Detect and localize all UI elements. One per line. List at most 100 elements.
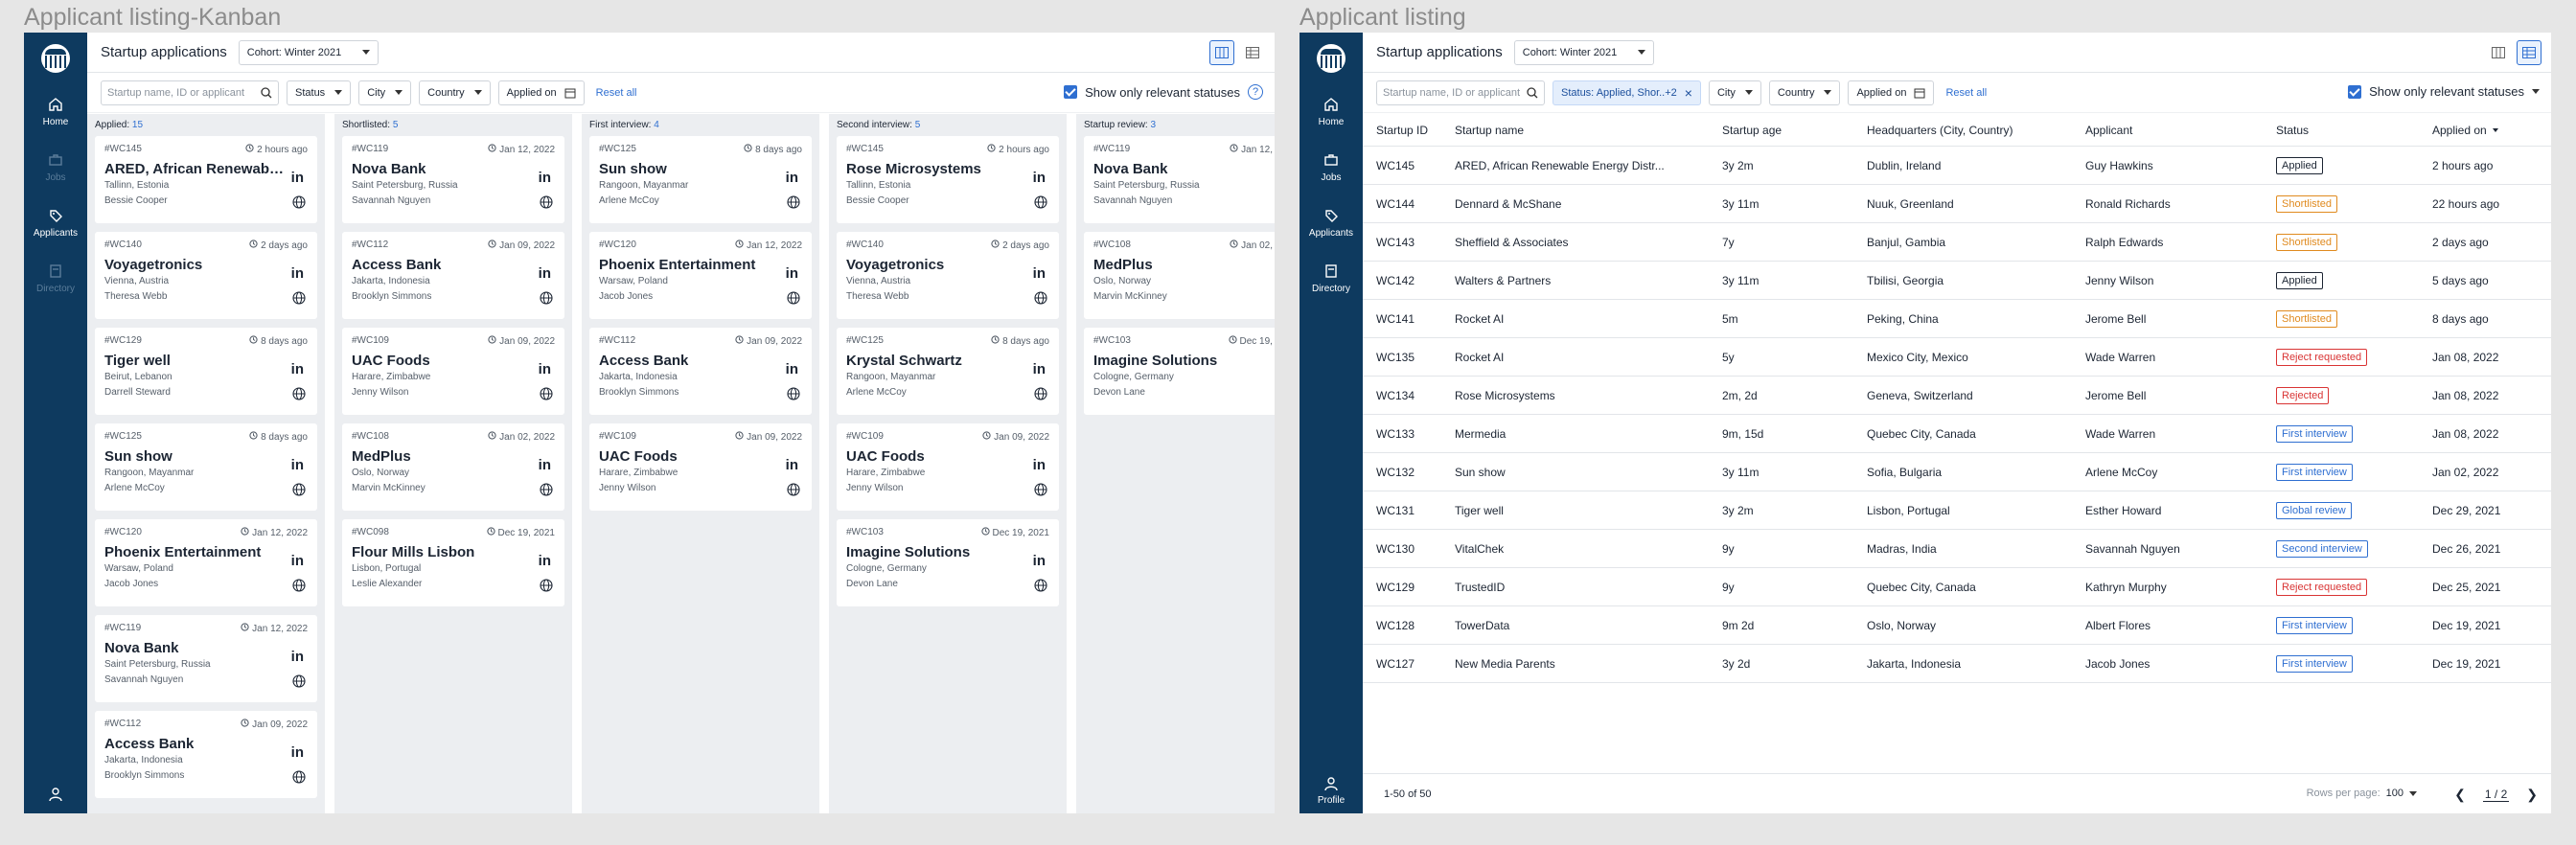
applicant-card[interactable]: #WC108 Jan 02, 2022 MedPlus Oslo, Norway… [342, 423, 564, 511]
linkedin-icon[interactable]: in [291, 457, 304, 473]
applied-on-filter[interactable]: Applied on [497, 80, 585, 105]
table-row[interactable]: WC134 Rose Microsystems 2m, 2d Geneva, S… [1363, 377, 2551, 415]
header-startup-age[interactable]: Startup age [1722, 124, 1867, 137]
table-row[interactable]: WC129 TrustedID 9y Quebec City, Canada K… [1363, 568, 2551, 606]
table-view-button[interactable] [1240, 40, 1265, 65]
prev-page-icon[interactable]: ❮ [2454, 787, 2466, 803]
country-filter[interactable]: Country [1768, 80, 1841, 105]
applicant-card[interactable]: #WC103 Dec 19, 2021 Imagine Solutions Co… [1084, 328, 1275, 415]
applicant-card[interactable]: #WC112 Jan 09, 2022 Access Bank Jakarta,… [95, 711, 317, 798]
linkedin-icon[interactable]: in [539, 170, 551, 186]
applicant-card[interactable]: #WC145 2 hours ago Rose Microsystems Tal… [837, 136, 1059, 223]
linkedin-icon[interactable]: in [291, 361, 304, 377]
relevant-checkbox[interactable] [1064, 85, 1078, 99]
header-status[interactable]: Status [2276, 124, 2432, 137]
applicant-card[interactable]: #WC112 Jan 09, 2022 Access Bank Jakarta,… [589, 328, 812, 415]
globe-icon[interactable] [540, 483, 553, 501]
globe-icon[interactable] [1034, 387, 1047, 405]
applied-on-filter[interactable]: Applied on [1848, 80, 1935, 105]
header-startup-id[interactable]: Startup ID [1363, 124, 1455, 137]
relevant-checkbox[interactable] [2348, 84, 2362, 99]
table-row[interactable]: WC143 Sheffield & Associates 7y Banjul, … [1363, 223, 2551, 262]
linkedin-icon[interactable]: in [539, 361, 551, 377]
nav-applicants[interactable]: Applicants [1300, 208, 1363, 239]
linkedin-icon[interactable]: in [291, 744, 304, 761]
globe-icon[interactable] [787, 483, 800, 501]
rows-per-page-select[interactable]: 100 [2386, 788, 2404, 799]
table-row[interactable]: WC130 VitalChek 9y Madras, India Savanna… [1363, 530, 2551, 568]
linkedin-icon[interactable]: in [291, 553, 304, 569]
globe-icon[interactable] [292, 674, 306, 693]
globe-icon[interactable] [787, 387, 800, 405]
globe-icon[interactable] [787, 195, 800, 214]
table-row[interactable]: WC135 Rocket AI 5y Mexico City, Mexico W… [1363, 338, 2551, 377]
linkedin-icon[interactable]: in [1033, 553, 1046, 569]
linkedin-icon[interactable]: in [291, 649, 304, 665]
globe-icon[interactable] [1034, 579, 1047, 597]
table-row[interactable]: WC132 Sun show 3y 11m Sofia, Bulgaria Ar… [1363, 453, 2551, 491]
cohort-select[interactable]: Cohort: Winter 2021 [1513, 39, 1655, 65]
applicant-card[interactable]: #WC109 Jan 09, 2022 UAC Foods Harare, Zi… [342, 328, 564, 415]
nav-jobs[interactable]: Jobs [1300, 152, 1363, 183]
linkedin-icon[interactable]: in [1033, 265, 1046, 282]
reset-all-link[interactable]: Reset all [596, 87, 637, 99]
linkedin-icon[interactable]: in [786, 361, 798, 377]
header-headquarters[interactable]: Headquarters (City, Country) [1867, 124, 2085, 137]
table-row[interactable]: WC141 Rocket AI 5m Peking, China Jerome … [1363, 300, 2551, 338]
globe-icon[interactable] [1034, 291, 1047, 309]
chevron-down-icon[interactable] [2532, 89, 2540, 94]
linkedin-icon[interactable]: in [786, 457, 798, 473]
applicant-card[interactable]: #WC108 Jan 02, 2022 MedPlus Oslo, Norway… [1084, 232, 1275, 319]
country-filter[interactable]: Country [419, 80, 491, 105]
linkedin-icon[interactable]: in [1033, 457, 1046, 473]
globe-icon[interactable] [540, 387, 553, 405]
applicant-card[interactable]: #WC119 Jan 12, 2022 Nova Bank Saint Pete… [95, 615, 317, 702]
applicant-card[interactable]: #WC125 8 days ago Krystal Schwartz Rango… [837, 328, 1059, 415]
linkedin-icon[interactable]: in [786, 170, 798, 186]
header-applicant[interactable]: Applicant [2085, 124, 2276, 137]
applicant-card[interactable]: #WC120 Jan 12, 2022 Phoenix Entertainmen… [95, 519, 317, 606]
reset-all-link[interactable]: Reset all [1945, 87, 1987, 99]
table-row[interactable]: WC131 Tiger well 3y 2m Lisbon, Portugal … [1363, 491, 2551, 530]
next-page-icon[interactable]: ❯ [2526, 787, 2538, 803]
globe-icon[interactable] [292, 195, 306, 214]
table-row[interactable]: WC127 New Media Parents 3y 2d Jakarta, I… [1363, 645, 2551, 683]
city-filter[interactable]: City [358, 80, 412, 105]
linkedin-icon[interactable]: in [1033, 361, 1046, 377]
kanban-view-button[interactable] [1209, 40, 1234, 65]
help-icon[interactable]: ? [1248, 84, 1263, 100]
globe-icon[interactable] [292, 291, 306, 309]
cohort-select[interactable]: Cohort: Winter 2021 [238, 39, 380, 65]
globe-icon[interactable] [540, 579, 553, 597]
applicant-card[interactable]: #WC112 Jan 09, 2022 Access Bank Jakarta,… [342, 232, 564, 319]
globe-icon[interactable] [540, 291, 553, 309]
applicant-card[interactable]: #WC098 Dec 19, 2021 Flour Mills Lisbon L… [342, 519, 564, 606]
globe-icon[interactable] [1034, 483, 1047, 501]
linkedin-icon[interactable]: in [786, 265, 798, 282]
header-applied-on[interactable]: Applied on [2432, 124, 2551, 137]
applicant-card[interactable]: #WC120 Jan 12, 2022 Phoenix Entertainmen… [589, 232, 812, 319]
nav-profile[interactable]: Profile [1300, 776, 1363, 806]
globe-icon[interactable] [540, 195, 553, 214]
kanban-view-button[interactable] [2486, 40, 2511, 65]
linkedin-icon[interactable]: in [539, 265, 551, 282]
table-row[interactable]: WC144 Dennard & McShane 3y 11m Nuuk, Gre… [1363, 185, 2551, 223]
chevron-down-icon[interactable] [2409, 790, 2417, 796]
globe-icon[interactable] [787, 291, 800, 309]
globe-icon[interactable] [1034, 195, 1047, 214]
city-filter[interactable]: City [1708, 80, 1761, 105]
nav-directory[interactable]: Directory [24, 263, 87, 294]
applicant-card[interactable]: #WC119 Jan 12, 2022 Nova Bank Saint Pete… [1084, 136, 1275, 223]
applicant-card[interactable]: #WC125 8 days ago Sun show Rangoon, Maya… [95, 423, 317, 511]
applicant-card[interactable]: #WC125 8 days ago Sun show Rangoon, Maya… [589, 136, 812, 223]
table-row[interactable]: WC133 Mermedia 9m, 15d Quebec City, Cana… [1363, 415, 2551, 453]
nav-directory[interactable]: Directory [1300, 263, 1363, 294]
search-input[interactable]: Startup name, ID or applicant [1376, 80, 1545, 105]
linkedin-icon[interactable]: in [291, 265, 304, 282]
applicant-card[interactable]: #WC145 2 hours ago ARED, African Renewab… [95, 136, 317, 223]
nav-jobs[interactable]: Jobs [24, 152, 87, 183]
applicant-card[interactable]: #WC119 Jan 12, 2022 Nova Bank Saint Pete… [342, 136, 564, 223]
nav-applicants[interactable]: Applicants [24, 208, 87, 239]
linkedin-icon[interactable]: in [291, 170, 304, 186]
applicant-card[interactable]: #WC129 8 days ago Tiger well Beirut, Leb… [95, 328, 317, 415]
